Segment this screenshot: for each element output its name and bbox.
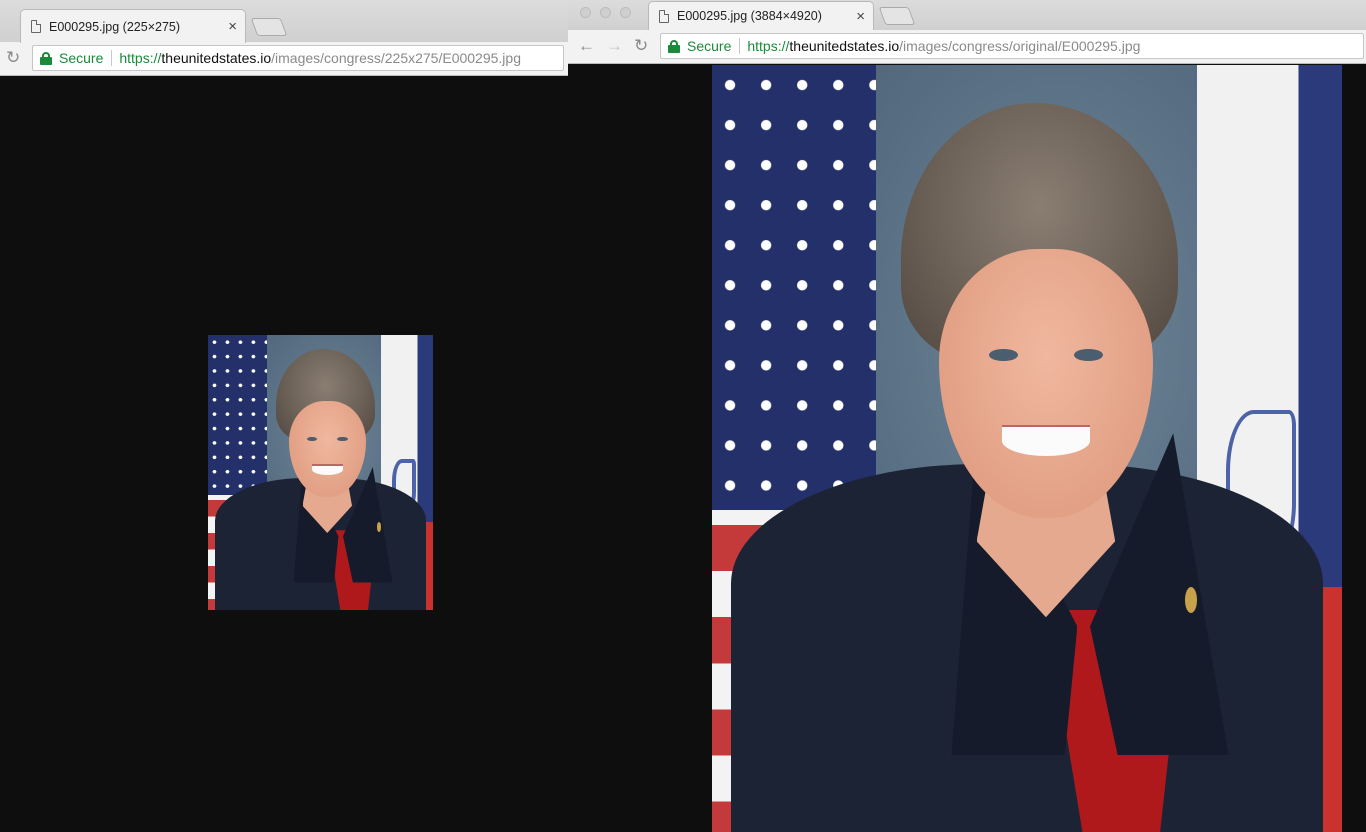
secure-label: Secure bbox=[59, 50, 104, 66]
new-tab-button[interactable] bbox=[250, 18, 288, 36]
tab-title: E000295.jpg (3884×4920) bbox=[677, 9, 822, 23]
arrow-left-icon[interactable]: ← bbox=[578, 37, 595, 54]
page-viewport bbox=[0, 77, 568, 832]
address-separator bbox=[739, 38, 741, 54]
url-path: /images/congress/225x275/E000295.jpg bbox=[271, 50, 521, 66]
address-separator bbox=[111, 50, 113, 66]
tab-strip: E000295.jpg (3884×4920) × bbox=[568, 0, 1366, 30]
page-viewport bbox=[568, 65, 1366, 832]
url-host: theunitedstates.io bbox=[789, 38, 900, 54]
browser-chrome: E000295.jpg (3884×4920) × ← → ↻ Secure h… bbox=[568, 0, 1366, 64]
new-tab-button[interactable] bbox=[878, 7, 916, 25]
document-icon bbox=[31, 20, 41, 33]
tab-title: E000295.jpg (225×275) bbox=[49, 19, 181, 34]
minimize-window-button[interactable] bbox=[600, 7, 611, 18]
lock-icon bbox=[668, 39, 680, 53]
address-bar[interactable]: Secure https://theunitedstates.io/images… bbox=[32, 45, 564, 71]
url-host: theunitedstates.io bbox=[161, 50, 272, 66]
tab-image-original[interactable]: E000295.jpg (3884×4920) × bbox=[648, 1, 874, 30]
url-scheme: https:// bbox=[119, 50, 162, 66]
document-icon bbox=[659, 9, 669, 23]
portrait-image bbox=[712, 65, 1342, 832]
zoom-window-button[interactable] bbox=[620, 7, 631, 18]
reload-icon[interactable]: ↻ bbox=[634, 37, 648, 54]
desktop: E000295.jpg (225×275) × ↻ Secure https:/… bbox=[0, 0, 1366, 832]
url-scheme: https:// bbox=[747, 38, 790, 54]
url-path: /images/congress/original/E000295.jpg bbox=[899, 38, 1141, 54]
close-tab-icon[interactable]: × bbox=[856, 9, 865, 24]
lock-icon bbox=[40, 51, 52, 65]
tab-image-small[interactable]: E000295.jpg (225×275) × bbox=[20, 9, 246, 43]
reload-icon[interactable]: ↻ bbox=[6, 49, 20, 66]
tab-strip: E000295.jpg (225×275) × bbox=[0, 0, 568, 43]
browser-window-original: E000295.jpg (3884×4920) × ← → ↻ Secure h… bbox=[568, 0, 1366, 832]
portrait-image bbox=[208, 335, 433, 610]
browser-window-small: E000295.jpg (225×275) × ↻ Secure https:/… bbox=[0, 0, 568, 832]
close-window-button[interactable] bbox=[580, 7, 591, 18]
browser-chrome: E000295.jpg (225×275) × ↻ Secure https:/… bbox=[0, 0, 568, 76]
arrow-right-icon[interactable]: → bbox=[606, 37, 623, 54]
address-bar[interactable]: Secure https://theunitedstates.io/images… bbox=[660, 33, 1364, 59]
secure-label: Secure bbox=[687, 38, 732, 54]
close-tab-icon[interactable]: × bbox=[228, 19, 237, 34]
